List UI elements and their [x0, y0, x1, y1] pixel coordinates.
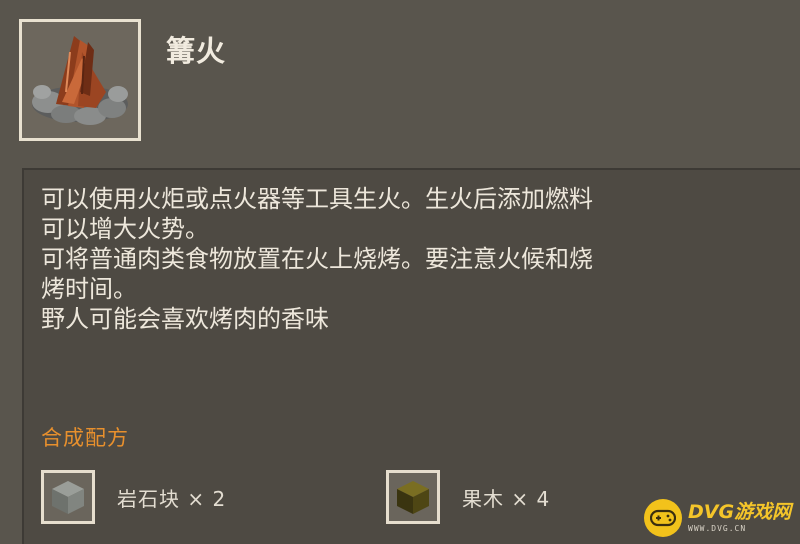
description-panel: 可以使用火炬或点火器等工具生火。生火后添加燃料 可以增大火势。 可将普通肉类食物…	[22, 168, 800, 544]
watermark-badge	[644, 499, 682, 537]
gamepad-icon	[650, 509, 676, 527]
ingredient-label: 果木 × 4	[462, 486, 551, 511]
ingredient-slot	[386, 470, 440, 524]
description-text: 可以使用火炬或点火器等工具生火。生火后添加燃料 可以增大火势。 可将普通肉类食物…	[41, 184, 741, 334]
ingredient-fruitwood[interactable]: 果木 × 4	[386, 470, 550, 524]
fruitwood-block-icon	[397, 481, 429, 514]
ingredient-stone[interactable]: 岩石块 × 2	[41, 470, 226, 524]
description-line: 可以增大火势。	[41, 215, 209, 243]
description-line: 烤时间。	[41, 275, 137, 303]
description-line: 可以使用火炬或点火器等工具生火。生火后添加燃料	[41, 185, 593, 213]
description-line: 可将普通肉类食物放置在火上烧烤。要注意火候和烧	[41, 245, 593, 273]
description-line: 野人可能会喜欢烤肉的香味	[41, 305, 329, 333]
site-watermark: DVG游戏网 WWW.DVG.CN	[644, 492, 800, 544]
recipe-title: 合成配方	[41, 426, 129, 450]
ingredient-slot	[41, 470, 95, 524]
item-title: 篝火	[166, 34, 227, 68]
campfire-icon	[32, 36, 128, 125]
watermark-name: DVG游戏网	[688, 501, 792, 523]
stone-block-icon	[52, 481, 84, 514]
watermark-url: WWW.DVG.CN	[688, 524, 747, 533]
item-icon-frame	[19, 19, 141, 141]
ingredient-label: 岩石块 × 2	[117, 486, 227, 511]
watermark-text: DVG游戏网 WWW.DVG.CN	[688, 503, 791, 533]
